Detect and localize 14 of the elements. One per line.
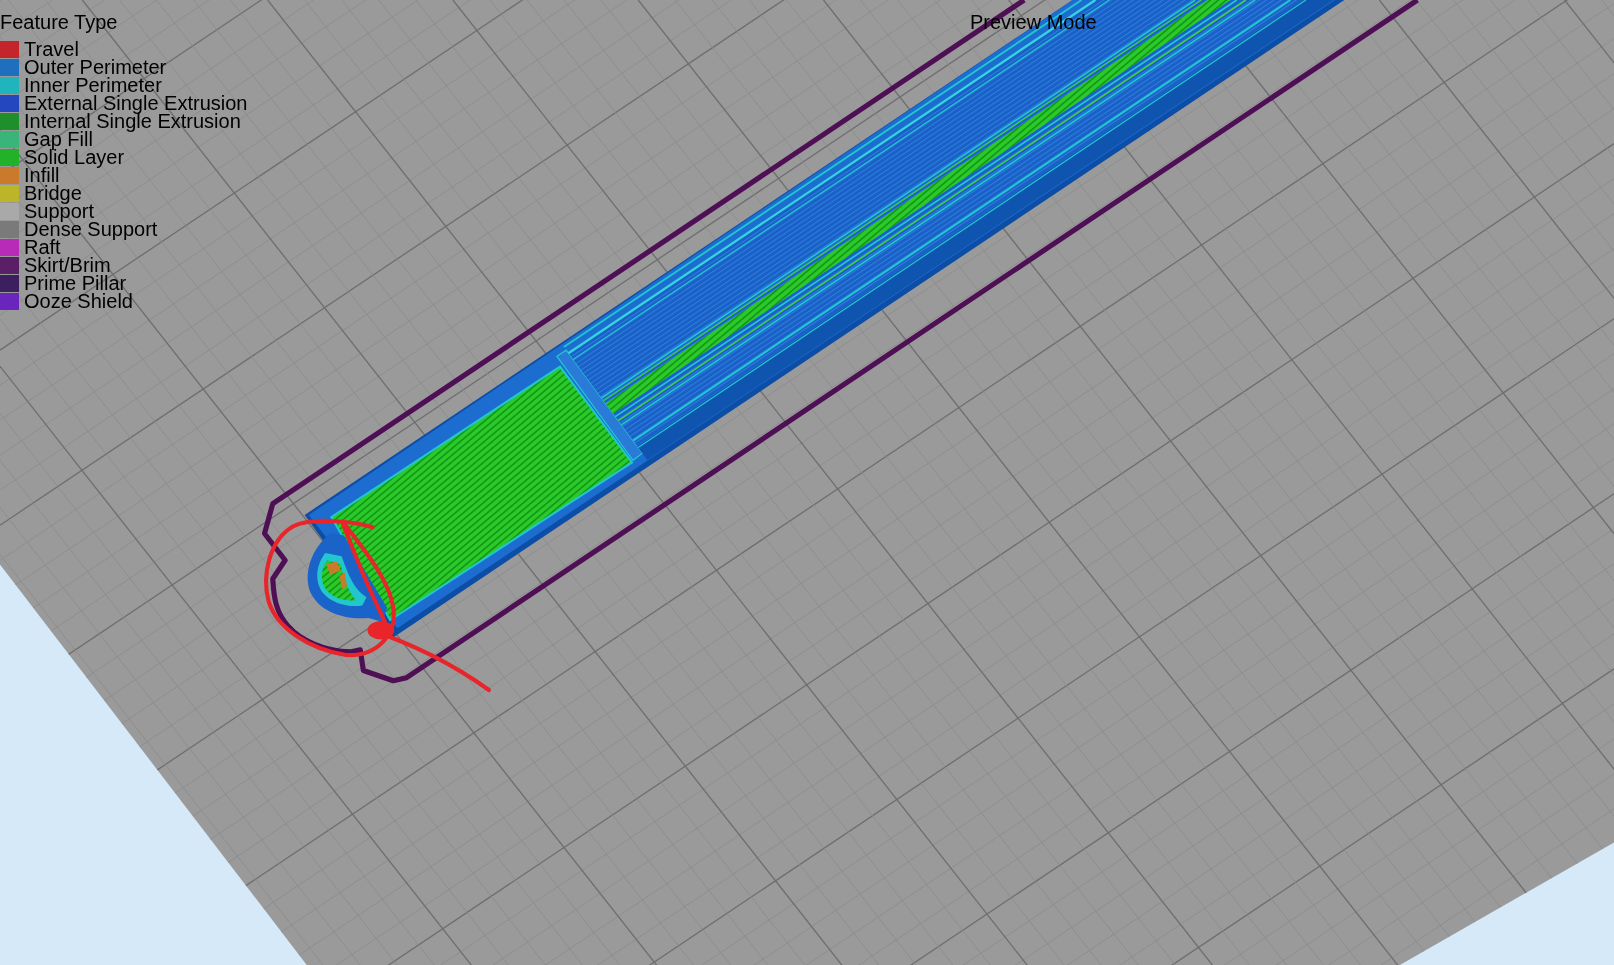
- legend-label: Ooze Shield: [24, 292, 133, 310]
- legend-label: Infill: [24, 166, 60, 184]
- legend-label: Outer Perimeter: [24, 58, 167, 76]
- legend-label: Prime Pillar: [24, 274, 127, 292]
- legend-label: Gap Fill: [24, 130, 93, 148]
- legend-label: Bridge: [24, 184, 82, 202]
- legend-title: Feature Type: [0, 11, 118, 33]
- legend-label: Internal Single Extrusion: [24, 112, 241, 130]
- legend-label: Skirt/Brim: [24, 256, 111, 274]
- legend-label: External Single Extrusion: [24, 94, 248, 112]
- legend-label: Solid Layer: [24, 148, 125, 166]
- legend-label: Inner Perimeter: [24, 76, 162, 94]
- legend-label: Raft: [24, 238, 61, 256]
- legend-label: Travel: [24, 40, 79, 58]
